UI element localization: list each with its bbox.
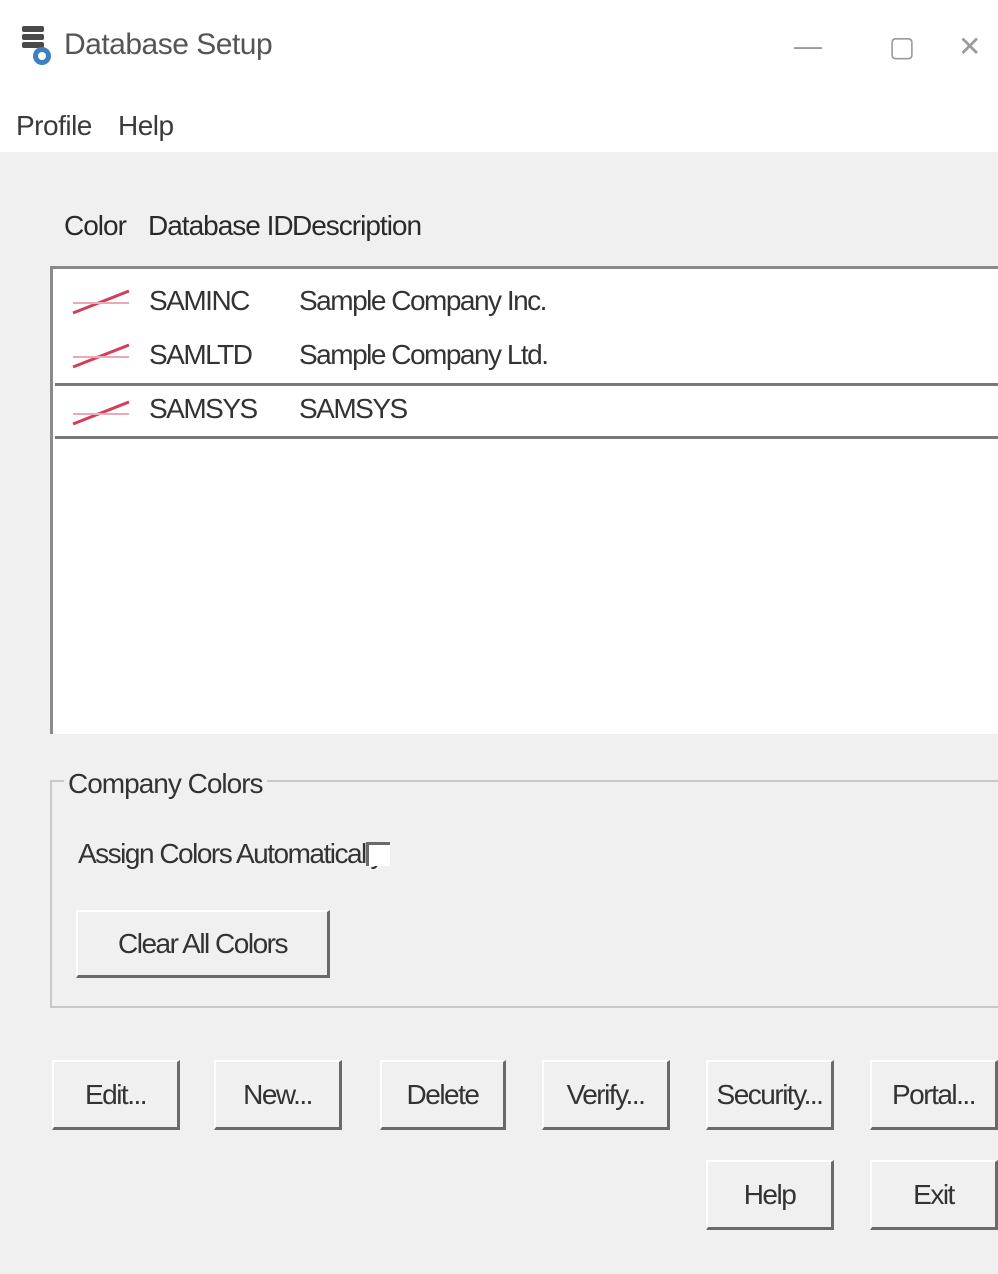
database-row-saminc[interactable]: SAMINC Sample Company Inc. [55, 275, 998, 331]
exit-button[interactable]: Exit [870, 1160, 998, 1230]
database-setup-icon [22, 26, 51, 65]
color-swatch-icon [72, 400, 130, 426]
close-button[interactable]: ✕ [958, 24, 998, 68]
database-description: Sample Company Inc. [299, 285, 547, 316]
new-button[interactable]: New... [214, 1060, 342, 1130]
database-id: SAMINC [149, 285, 250, 316]
verify-button[interactable]: Verify... [542, 1060, 670, 1130]
color-swatch-icon [72, 289, 130, 315]
window-title: Database Setup [64, 28, 273, 61]
column-header-database-id[interactable]: Database ID [148, 210, 294, 242]
menu-help[interactable]: Help [118, 110, 174, 142]
assign-colors-checkbox[interactable] [366, 842, 390, 866]
menu-profile[interactable]: Profile [16, 110, 92, 142]
close-icon: ✕ [958, 30, 982, 62]
database-list[interactable]: SAMINC Sample Company Inc. SAMLTD Sample… [50, 266, 998, 734]
delete-button[interactable]: Delete [380, 1060, 506, 1130]
maximize-icon: ▢ [888, 30, 916, 62]
database-description: Sample Company Ltd. [299, 339, 549, 370]
database-row-samltd[interactable]: SAMLTD Sample Company Ltd. [55, 329, 998, 385]
minimize-button[interactable]: — [778, 24, 838, 68]
column-header-color[interactable]: Color [64, 210, 127, 242]
database-id: SAMLTD [149, 339, 253, 370]
maximize-button[interactable]: ▢ [872, 24, 932, 68]
color-swatch-icon [72, 343, 130, 369]
assign-colors-label[interactable]: Assign Colors Automatically [78, 838, 384, 870]
database-id: SAMSYS [149, 393, 258, 424]
security-button[interactable]: Security... [706, 1060, 834, 1130]
minimize-icon: — [794, 30, 822, 61]
clear-all-colors-button[interactable]: Clear All Colors [76, 910, 330, 978]
help-button[interactable]: Help [706, 1160, 834, 1230]
database-row-samsys[interactable]: SAMSYS SAMSYS [55, 383, 998, 439]
column-header-description[interactable]: Description [292, 210, 422, 242]
edit-button[interactable]: Edit... [52, 1060, 180, 1130]
company-colors-legend: Company Colors [64, 768, 267, 800]
portal-button[interactable]: Portal... [870, 1060, 998, 1130]
database-description: SAMSYS [299, 393, 408, 424]
